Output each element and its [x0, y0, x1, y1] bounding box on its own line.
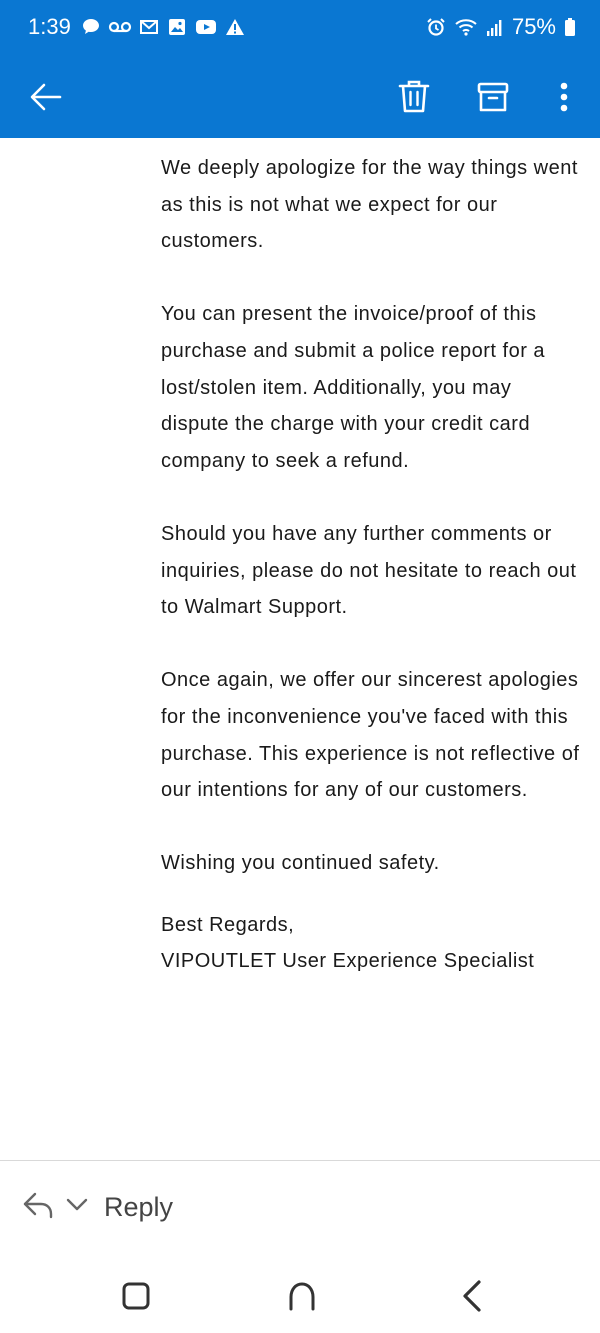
delete-button[interactable] [390, 73, 438, 121]
email-paragraph: Wishing you continued safety. [161, 852, 440, 875]
email-signature-block: Best Regards, VIPOUTLET User Experience … [161, 907, 581, 980]
email-body: We deeply apologize for the way things w… [161, 150, 581, 980]
back-button[interactable] [22, 73, 70, 121]
email-closing: Best Regards, [161, 913, 295, 936]
notification-icons [80, 16, 246, 38]
email-paragraph: Once again, we offer our sincerest apolo… [161, 669, 580, 802]
recents-icon [122, 1282, 150, 1310]
reply-bar[interactable]: Reply [0, 1161, 600, 1256]
home-icon [289, 1282, 315, 1311]
youtube-icon [196, 20, 216, 34]
system-navigation-bar [0, 1256, 600, 1333]
status-bar: 1:39 75% [0, 0, 600, 56]
email-paragraph: You can present the invoice/proof of thi… [161, 303, 546, 472]
archive-icon [477, 82, 509, 112]
system-icons: 75% [426, 14, 576, 40]
archive-button[interactable] [469, 73, 517, 121]
back-arrow-icon [30, 83, 62, 111]
recents-button[interactable] [114, 1274, 158, 1318]
status-time: 1:39 [28, 14, 71, 39]
gmail-icon [140, 20, 158, 34]
chevron-down-icon[interactable] [66, 1197, 88, 1213]
email-paragraph: Should you have any further comments or … [161, 522, 577, 619]
reply-button[interactable]: Reply [104, 1192, 173, 1223]
trash-icon [398, 80, 430, 113]
reply-arrow-icon[interactable] [22, 1191, 56, 1221]
battery-percentage: 75% [511, 14, 556, 39]
voicemail-icon [108, 21, 132, 33]
battery-icon [565, 18, 575, 36]
nav-back-icon [463, 1280, 481, 1312]
nav-back-button[interactable] [450, 1274, 494, 1318]
email-signature: VIPOUTLET User Experience Specialist [161, 950, 535, 973]
warning-icon [226, 19, 244, 35]
email-paragraph: We deeply apologize for the way things w… [161, 157, 578, 253]
alarm-icon [427, 18, 445, 36]
home-button[interactable] [280, 1274, 324, 1318]
more-options-button[interactable] [540, 73, 588, 121]
chat-bubble-icon [83, 19, 99, 34]
app-bar [0, 56, 600, 138]
photo-icon [169, 19, 185, 35]
more-vert-icon [560, 82, 568, 112]
wifi-icon [455, 19, 477, 36]
signal-icon [486, 20, 502, 36]
